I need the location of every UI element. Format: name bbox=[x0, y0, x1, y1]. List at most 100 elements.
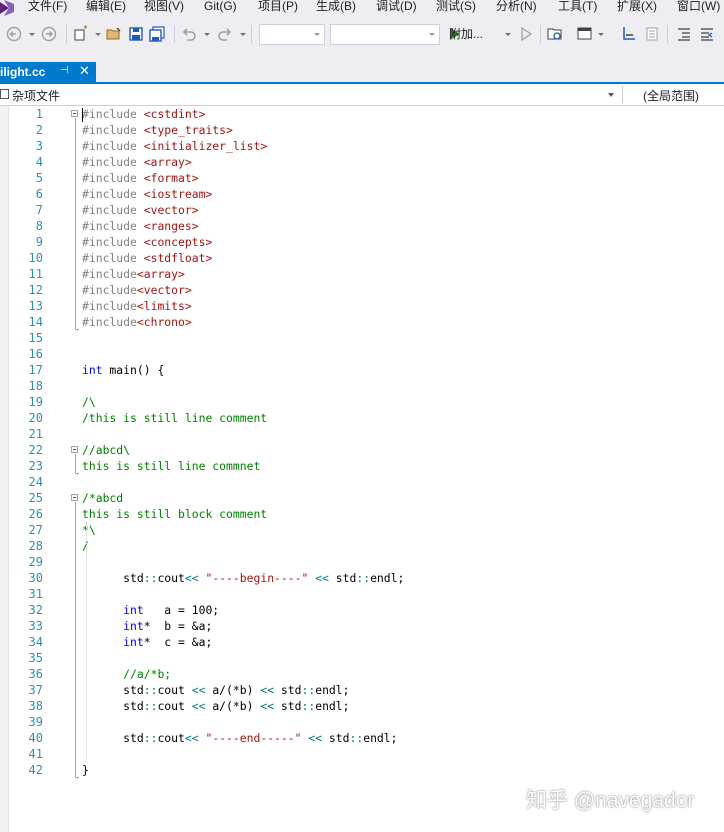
save-all-icon[interactable] bbox=[148, 25, 166, 43]
attach-button[interactable]: 附加... bbox=[449, 24, 483, 44]
tab-document[interactable]: ilight.cc ⊣ ✕ bbox=[0, 62, 96, 82]
pin-icon[interactable]: ⊣ bbox=[60, 65, 69, 76]
breakpoint-panel-icon[interactable] bbox=[643, 25, 661, 43]
redo-icon[interactable] bbox=[216, 25, 234, 43]
code-line[interactable]: #include <vector> bbox=[82, 202, 199, 218]
code-line[interactable]: this is still line commnet bbox=[82, 458, 260, 474]
navigation-bar: 杂项文件 (全局范围) bbox=[0, 84, 724, 106]
project-dropdown[interactable]: 杂项文件 bbox=[0, 86, 618, 103]
code-line[interactable]: #include <iostream> bbox=[82, 186, 212, 202]
code-token: /this is still line comment bbox=[82, 411, 268, 425]
visual-studio-logo-icon[interactable] bbox=[0, 0, 14, 16]
code-line[interactable]: #include<chrono> bbox=[82, 314, 192, 330]
line-number: 12 bbox=[28, 283, 43, 297]
menu-analyze[interactable]: 分析(N) bbox=[496, 0, 537, 16]
new-project-icon[interactable] bbox=[72, 25, 90, 43]
code-line[interactable]: #include <array> bbox=[82, 154, 192, 170]
code-token: << bbox=[184, 571, 199, 585]
scope-label: (全局范围) bbox=[643, 89, 699, 103]
code-line[interactable]: #include <cstdint> bbox=[82, 106, 205, 122]
scope-dropdown[interactable]: (全局范围) bbox=[622, 86, 724, 103]
open-file-icon[interactable] bbox=[105, 25, 123, 43]
code-line[interactable]: #include <type_traits> bbox=[82, 122, 233, 138]
code-line[interactable]: #include<array> bbox=[82, 266, 185, 282]
code-line[interactable]: this is still block comment bbox=[82, 506, 267, 522]
code-line[interactable]: std::cout << a/(*b) << std::endl; bbox=[82, 698, 349, 714]
line-number: 36 bbox=[28, 667, 43, 681]
chevron-down-icon bbox=[429, 33, 435, 36]
editor-glyph-margin[interactable] bbox=[0, 106, 9, 832]
code-line[interactable]: //a/*b; bbox=[82, 666, 171, 682]
code-line[interactable]: } bbox=[82, 762, 89, 778]
code-line[interactable]: std::cout<< "----end-----" << std::endl; bbox=[82, 730, 397, 746]
code-line[interactable]: //abcd\ bbox=[82, 442, 130, 458]
line-number: 42 bbox=[28, 763, 43, 777]
line-number: 25 bbox=[28, 491, 43, 505]
code-line[interactable]: /\ bbox=[82, 394, 96, 410]
line-number: 39 bbox=[28, 715, 43, 729]
collapse-region-icon[interactable] bbox=[71, 110, 78, 117]
code-token: :: bbox=[143, 699, 158, 713]
collapse-region-icon[interactable] bbox=[71, 446, 78, 453]
code-line[interactable]: int main() { bbox=[82, 362, 164, 378]
code-line[interactable]: int* c = &a; bbox=[82, 634, 212, 650]
solution-platform-select[interactable] bbox=[330, 24, 440, 45]
back-icon[interactable] bbox=[5, 25, 23, 43]
menu-window[interactable]: 窗口(W) bbox=[677, 0, 720, 16]
line-number: 14 bbox=[28, 315, 43, 329]
menu-debug[interactable]: 调试(D) bbox=[376, 0, 417, 16]
menu-tools[interactable]: 工具(T) bbox=[558, 0, 597, 16]
collapse-region-icon[interactable] bbox=[71, 494, 78, 501]
code-line[interactable]: /*abcd bbox=[82, 490, 123, 506]
code-editor[interactable]: 1 2 3 4 5 6 7 8 9 10 11 12 13 14 15 16 17 18 19 20 21 22 23 24 2… bbox=[0, 106, 724, 832]
code-line[interactable]: int a = 100; bbox=[82, 602, 219, 618]
layout-icon[interactable] bbox=[576, 25, 594, 43]
attach-dropdown-icon[interactable] bbox=[505, 33, 511, 36]
code-line[interactable]: /this is still line comment bbox=[82, 410, 267, 426]
browse-folder-icon[interactable] bbox=[546, 25, 564, 43]
save-icon[interactable] bbox=[127, 25, 145, 43]
code-token: "----end-----" bbox=[205, 731, 302, 745]
menu-view[interactable]: 视图(V) bbox=[144, 0, 184, 16]
code-line[interactable]: #include <initializer_list> bbox=[82, 138, 267, 154]
line-number: 17 bbox=[28, 363, 43, 377]
code-line[interactable]: #include<limits> bbox=[82, 298, 192, 314]
code-token: #include bbox=[82, 123, 144, 137]
layout-dropdown-icon[interactable] bbox=[598, 33, 604, 36]
code-token: <array> bbox=[136, 267, 185, 281]
line-number: 24 bbox=[28, 475, 43, 489]
tab-title: ilight.cc bbox=[0, 65, 46, 79]
code-token: :: bbox=[349, 731, 364, 745]
menu-test[interactable]: 测试(S) bbox=[436, 0, 476, 16]
new-dropdown-icon[interactable] bbox=[95, 33, 101, 36]
code-line[interactable]: std::cout << a/(*b) << std::endl; bbox=[82, 682, 350, 698]
redo-dropdown-icon[interactable] bbox=[240, 33, 246, 36]
code-line[interactable]: std::cout<< "----begin----" << std::endl… bbox=[82, 570, 404, 586]
back-dropdown-icon[interactable] bbox=[29, 33, 35, 36]
solution-configuration-select[interactable] bbox=[259, 24, 325, 45]
indent-guide bbox=[86, 522, 87, 762]
menu-build[interactable]: 生成(B) bbox=[316, 0, 356, 16]
forward-icon[interactable] bbox=[40, 25, 58, 43]
menu-edit[interactable]: 编辑(E) bbox=[86, 0, 126, 16]
start-without-debugging-icon[interactable] bbox=[517, 25, 535, 43]
code-line[interactable]: #include <format> bbox=[82, 170, 199, 186]
code-line[interactable]: #include <concepts> bbox=[82, 234, 212, 250]
menu-project[interactable]: 项目(P) bbox=[258, 0, 298, 16]
code-token: endl; bbox=[315, 683, 350, 697]
undo-icon[interactable] bbox=[180, 25, 198, 43]
close-icon[interactable]: ✕ bbox=[79, 63, 90, 79]
menu-git[interactable]: Git(G) bbox=[204, 0, 237, 16]
code-line[interactable]: #include <ranges> bbox=[82, 218, 199, 234]
code-line[interactable]: *\ bbox=[82, 522, 96, 538]
code-line[interactable]: #include <stdfloat> bbox=[82, 250, 212, 266]
code-line[interactable]: int* b = &a; bbox=[82, 618, 212, 634]
comment-lines-icon[interactable] bbox=[675, 25, 693, 43]
uncomment-lines-icon[interactable] bbox=[698, 25, 716, 43]
menu-file[interactable]: 文件(F) bbox=[28, 0, 67, 16]
undo-dropdown-icon[interactable] bbox=[204, 33, 210, 36]
code-line[interactable]: #include<vector> bbox=[82, 282, 192, 298]
step-icon[interactable] bbox=[620, 25, 638, 43]
code-token: int bbox=[123, 619, 144, 633]
menu-extensions[interactable]: 扩展(X) bbox=[617, 0, 657, 16]
